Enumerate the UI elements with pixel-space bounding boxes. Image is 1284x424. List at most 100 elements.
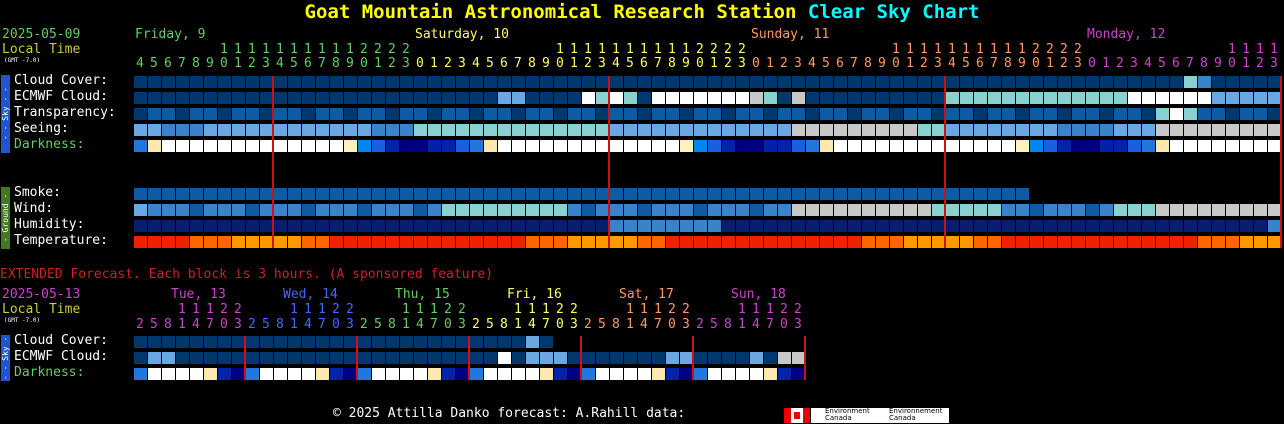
ecmwf-cloud-cell — [358, 92, 371, 104]
smoke-cell — [1002, 188, 1015, 200]
cloud-cover-cell — [1240, 76, 1253, 88]
cloud-cover-cell — [428, 76, 441, 88]
humidity-cell — [974, 220, 987, 232]
ecmwf-cloud-cell — [652, 92, 665, 104]
canada-flag-icon[interactable] — [784, 408, 810, 423]
smoke-cell — [456, 188, 469, 200]
ecmwf-cloud-cell — [960, 92, 973, 104]
hour-ones-digit: 3 — [1074, 56, 1082, 71]
seeing-cell — [974, 124, 987, 136]
wind-cell — [1128, 204, 1141, 216]
temperature-cell — [568, 236, 581, 248]
wind-cell — [204, 204, 217, 216]
transparency-cell — [834, 108, 847, 120]
humidity-cell — [1016, 220, 1029, 232]
ext-darkness-cell — [204, 368, 217, 380]
wind-cell — [554, 204, 567, 216]
extended-hour-ones: 4 — [528, 317, 536, 332]
extended-hour-tens: 1 — [304, 302, 312, 317]
darkness-cell — [400, 140, 413, 152]
temperature-cell — [274, 236, 287, 248]
ext-ecmwf-cloud-cell — [722, 352, 735, 364]
hour-ones-digit: 7 — [318, 56, 326, 71]
extended-hour-ones: 8 — [612, 317, 620, 332]
ext-cloud-cover-cell — [512, 336, 525, 348]
seeing-cell — [190, 124, 203, 136]
transparency-cell — [624, 108, 637, 120]
smoke-cell — [764, 188, 777, 200]
temperature-cell — [652, 236, 665, 248]
seeing-cell — [652, 124, 665, 136]
darkness-cell — [1156, 140, 1169, 152]
day-divider-line — [1280, 76, 1282, 248]
extended-day-label: Thu, 15 — [395, 287, 450, 302]
seeing-cell — [330, 124, 343, 136]
darkness-cell — [540, 140, 553, 152]
temperature-cell — [330, 236, 343, 248]
ecmwf-cloud-cell — [554, 92, 567, 104]
wind-cell — [358, 204, 371, 216]
hour-tens-digit: 1 — [1256, 42, 1264, 57]
extended-hour-ones: 2 — [360, 317, 368, 332]
wind-cell — [876, 204, 889, 216]
hour-tens-digit: 1 — [332, 42, 340, 57]
temperature-cell — [834, 236, 847, 248]
hour-ones-digit: 3 — [934, 56, 942, 71]
ext-ecmwf-cloud-cell — [582, 352, 595, 364]
cloud-cover-cell — [1086, 76, 1099, 88]
humidity-cell — [624, 220, 637, 232]
humidity-cell — [1114, 220, 1127, 232]
hour-ones-digit: 6 — [836, 56, 844, 71]
extended-day-label: Sat, 17 — [619, 287, 674, 302]
ext-cloud-cover-cell — [372, 336, 385, 348]
extended-date: 2025-05-13 — [2, 287, 81, 302]
ecmwf-cloud-cell — [400, 92, 413, 104]
darkness-cell — [1184, 140, 1197, 152]
smoke-cell — [414, 188, 427, 200]
hour-ones-digit: 3 — [1270, 56, 1278, 71]
extended-hour-ones: 1 — [626, 317, 634, 332]
hour-ones-digit: 6 — [164, 56, 172, 71]
ext-ecmwf-cloud-cell — [428, 352, 441, 364]
cloud-cover-cell — [792, 76, 805, 88]
env-canada-fr[interactable]: Environnement Canada — [877, 408, 949, 423]
row-label-wind: Wind: — [14, 201, 54, 216]
transparency-cell — [946, 108, 959, 120]
extended-hour-ones: 7 — [542, 317, 550, 332]
extended-hour-ones: 5 — [486, 317, 494, 332]
darkness-cell — [498, 140, 511, 152]
transparency-cell — [456, 108, 469, 120]
ecmwf-cloud-cell — [470, 92, 483, 104]
smoke-cell — [778, 188, 791, 200]
hour-ones-digit: 3 — [1130, 56, 1138, 71]
ecmwf-cloud-cell — [568, 92, 581, 104]
temperature-cell — [1100, 236, 1113, 248]
temperature-cell — [876, 236, 889, 248]
ext-day-divider-line — [580, 336, 582, 380]
cloud-cover-cell — [1184, 76, 1197, 88]
ecmwf-cloud-cell — [666, 92, 679, 104]
hour-ones-digit: 4 — [612, 56, 620, 71]
hour-ones-digit: 5 — [290, 56, 298, 71]
seeing-cell — [1198, 124, 1211, 136]
seeing-cell — [386, 124, 399, 136]
humidity-cell — [680, 220, 693, 232]
day-label-friday: Friday, 9 — [135, 27, 206, 42]
humidity-cell — [1100, 220, 1113, 232]
transparency-cell — [1086, 108, 1099, 120]
temperature-cell — [498, 236, 511, 248]
transparency-cell — [1142, 108, 1155, 120]
transparency-cell — [162, 108, 175, 120]
humidity-cell — [806, 220, 819, 232]
cloud-cover-cell — [638, 76, 651, 88]
wind-cell — [680, 204, 693, 216]
ecmwf-cloud-cell — [750, 92, 763, 104]
ext-ecmwf-cloud-cell — [400, 352, 413, 364]
wind-cell — [302, 204, 315, 216]
ecmwf-cloud-cell — [1128, 92, 1141, 104]
flag-band-left — [784, 408, 791, 423]
humidity-cell — [330, 220, 343, 232]
hour-ones-digit: 3 — [794, 56, 802, 71]
hour-tens-digit: 1 — [1228, 42, 1236, 57]
ext-darkness-cell — [498, 368, 511, 380]
